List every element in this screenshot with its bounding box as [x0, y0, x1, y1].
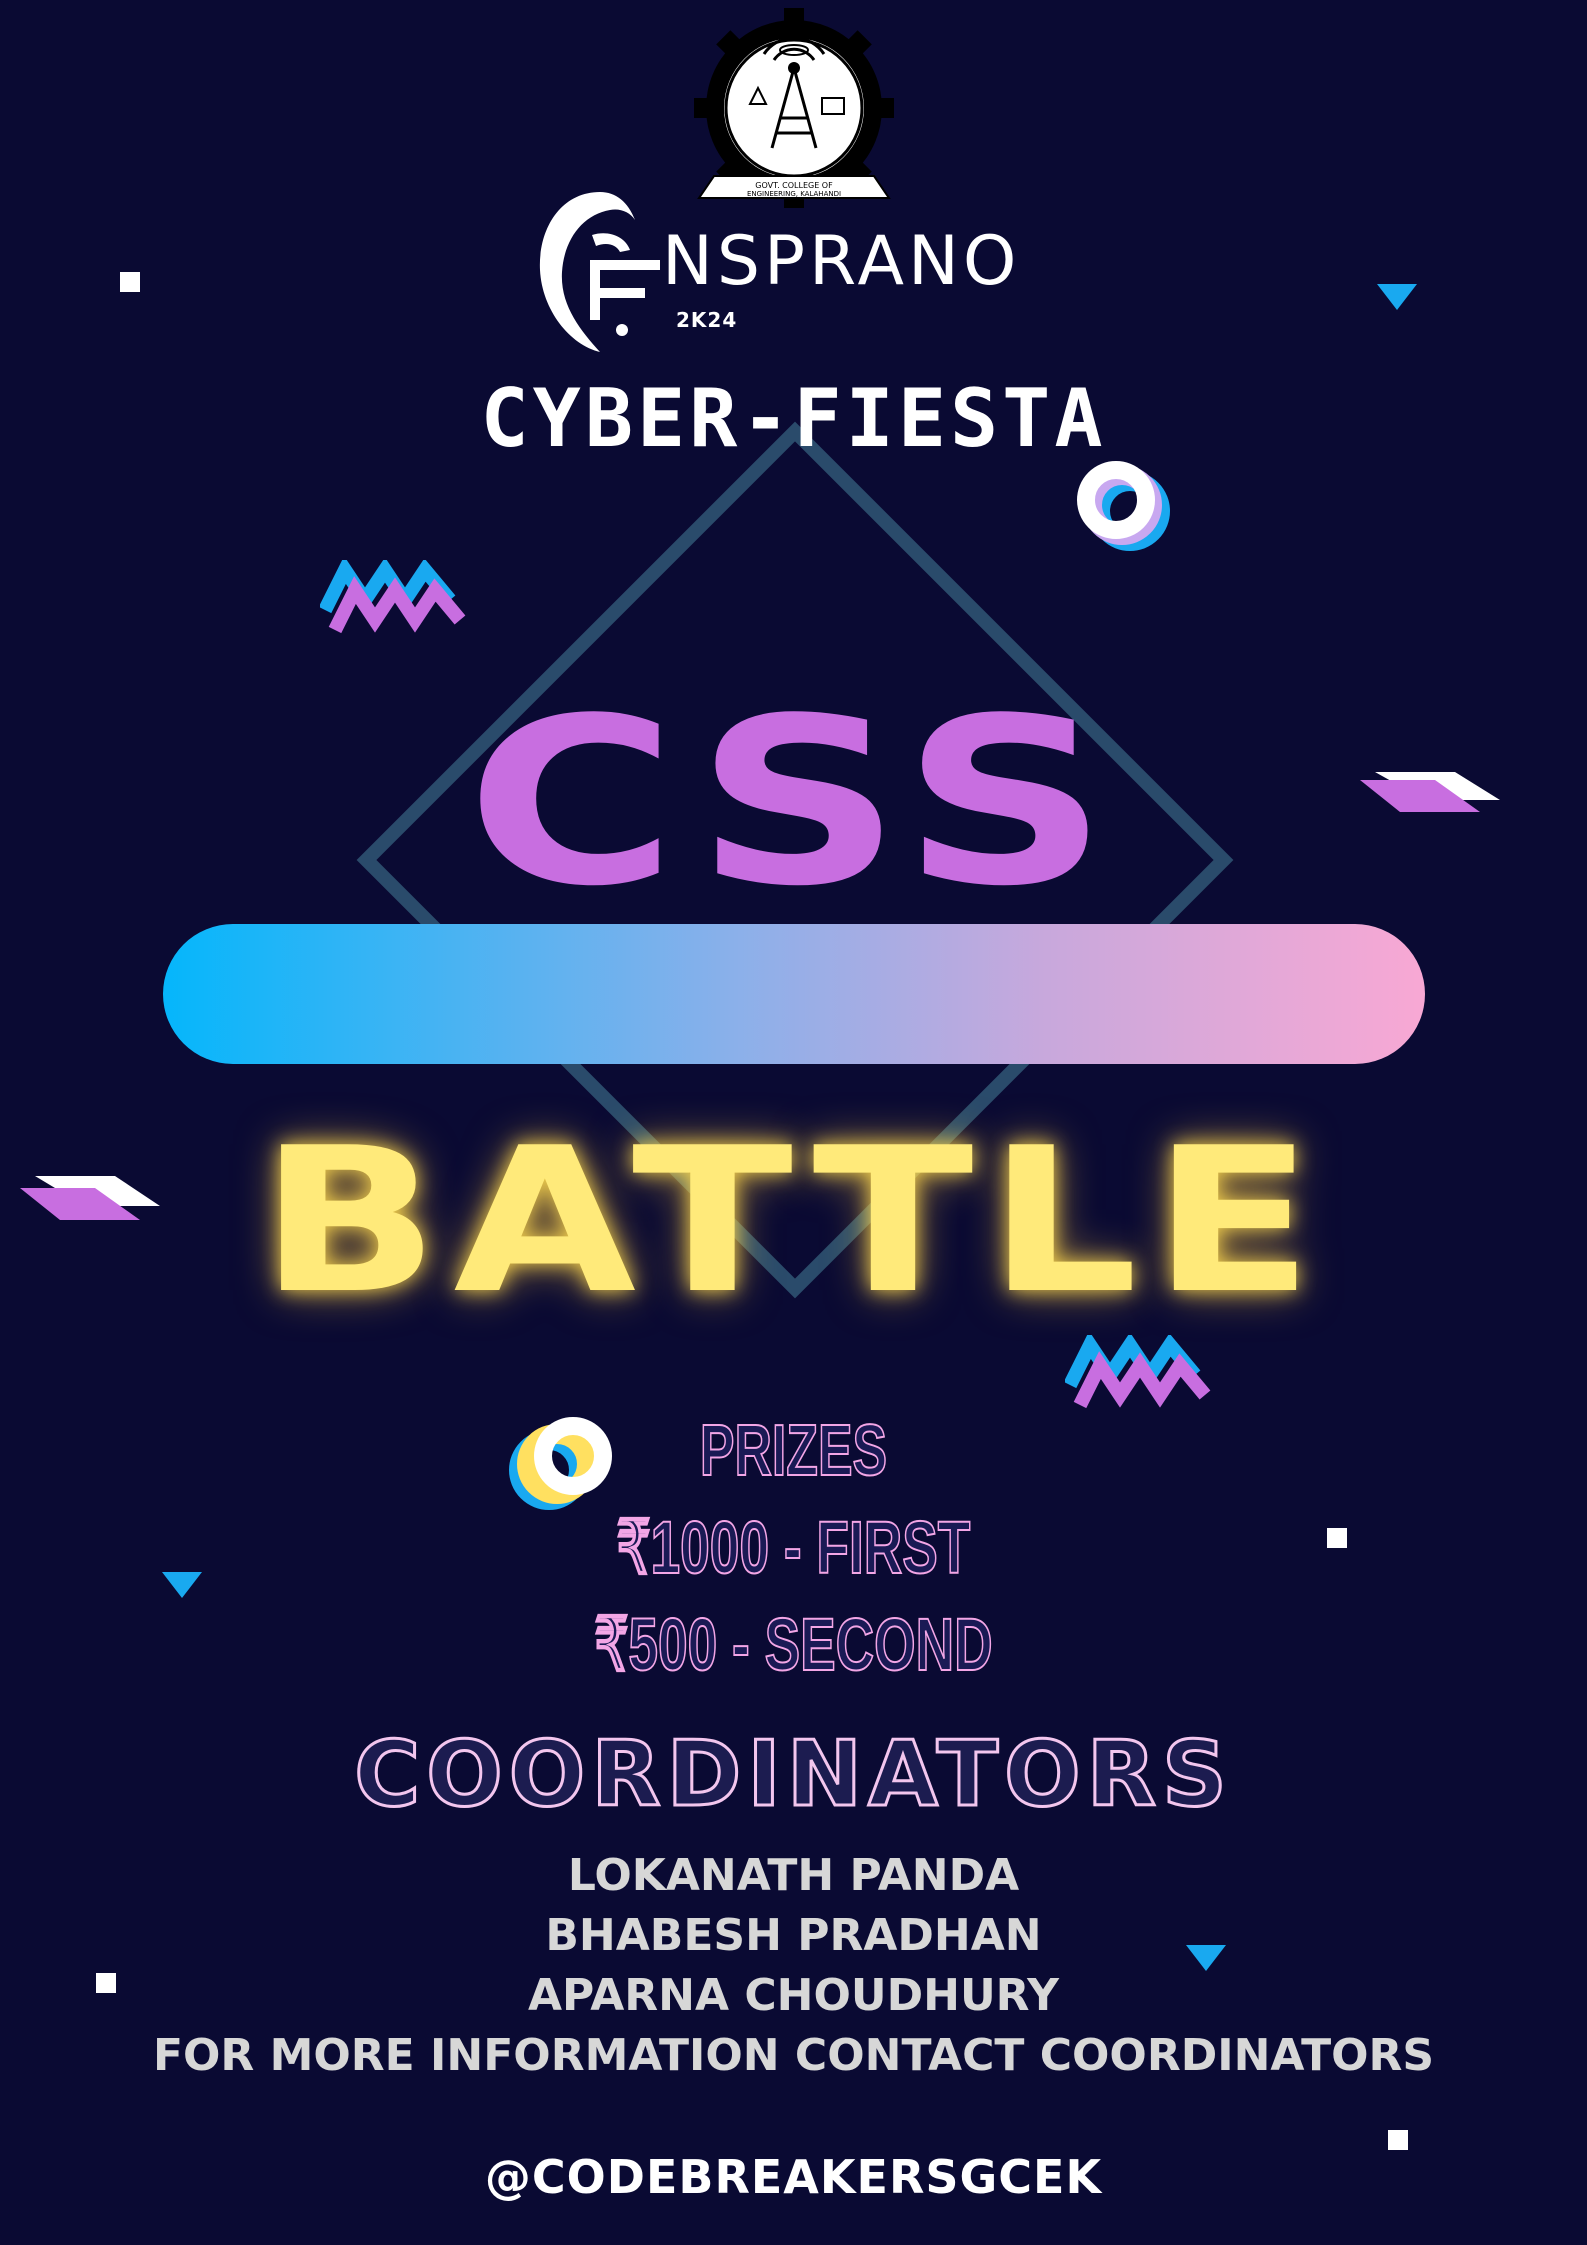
coordinator-name: BHABESH PRADHAN [545, 1910, 1042, 1961]
zigzag-decoration [320, 560, 466, 634]
coordinator-name: APARNA CHOUDHURY [527, 1970, 1060, 2021]
coordinator-name: LOKANATH PANDA [567, 1850, 1020, 1901]
prizes-heading: PRIZES [699, 1410, 888, 1492]
brand-emblem-icon [539, 192, 660, 352]
event-title: CYBER-FIESTA [480, 372, 1107, 465]
brand-year: 2K24 [676, 308, 738, 332]
coordinators-heading: COORDINATORS [353, 1721, 1233, 1829]
contact-note: FOR MORE INFORMATION CONTACT COORDINATOR… [152, 2030, 1435, 2081]
ring-decoration [1077, 461, 1170, 551]
square-decoration [120, 272, 140, 292]
prize-second: ₹500 - SECOND [594, 1602, 994, 1687]
square-decoration [1388, 2130, 1408, 2150]
headline-css: CSS [465, 670, 1122, 937]
brand-name: NSPRANO [662, 222, 1021, 301]
prize-first: ₹1000 - FIRST [616, 1505, 971, 1590]
gradient-bar [163, 924, 1425, 1064]
headline-battle: BATTLE [259, 1105, 1328, 1338]
social-handle: @CODEBREAKERSGCEK [484, 2150, 1103, 2204]
triangle-decoration [162, 1572, 202, 1598]
zigzag-decoration [1065, 1335, 1211, 1409]
triangle-decoration [1377, 284, 1417, 310]
brand-logo: NSPRANO 2K24 [530, 180, 1050, 360]
college-seal-logo: GOVT. COLLEGE OF ENGINEERING, KALAHANDI [694, 8, 894, 208]
